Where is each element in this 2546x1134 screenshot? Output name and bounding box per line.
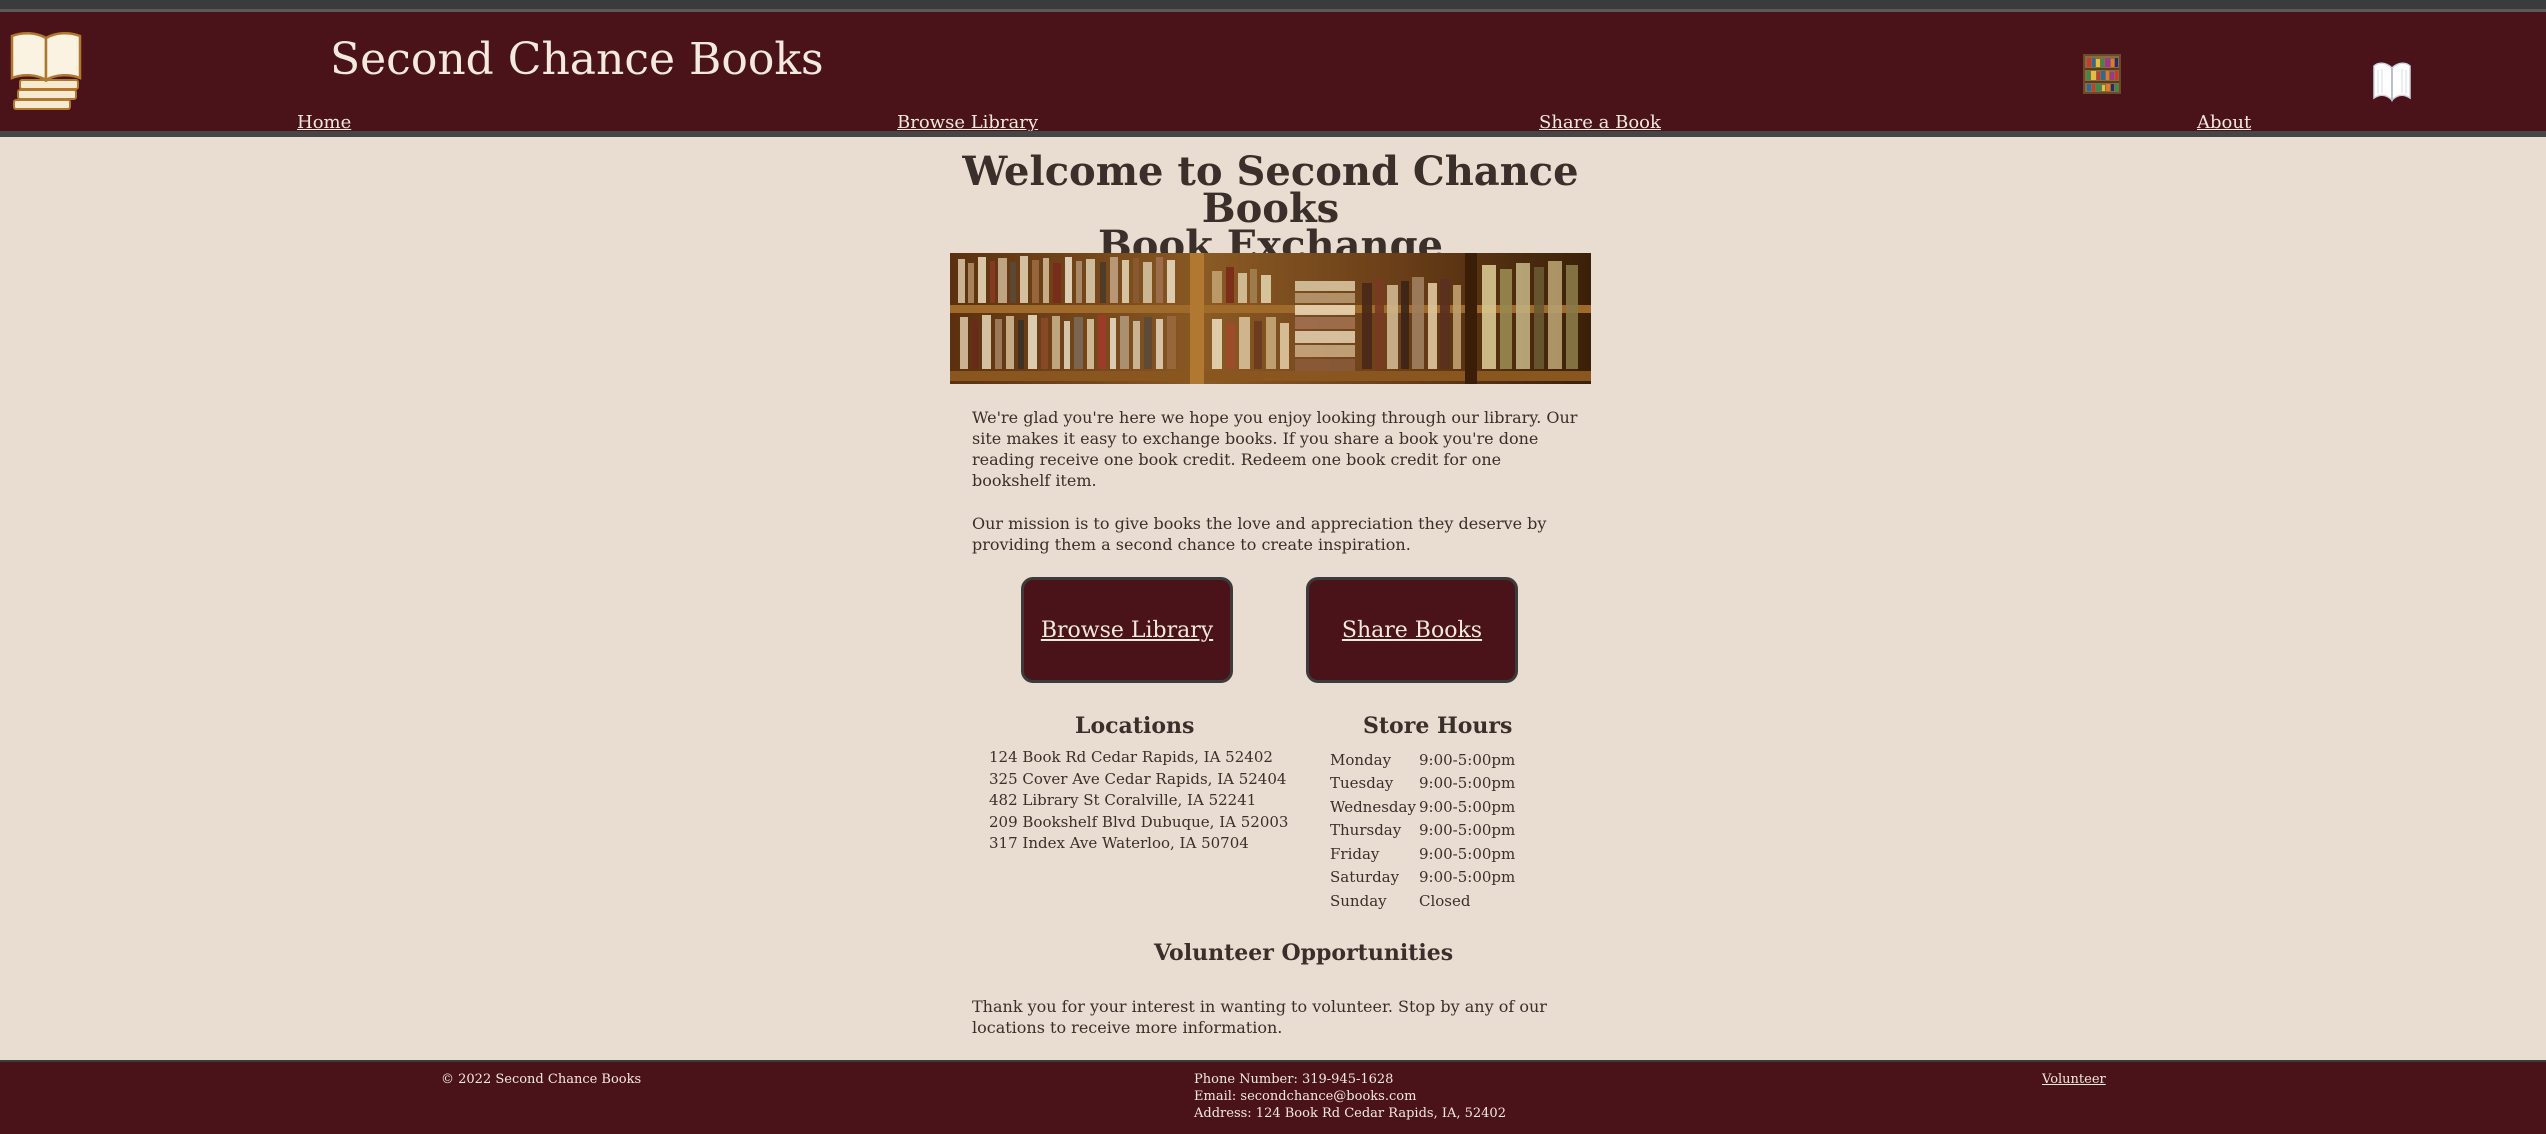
hours-day: Saturday (1330, 868, 1400, 887)
share-books-button[interactable]: Share Books (1306, 577, 1518, 683)
site-title: Second Chance Books (330, 34, 824, 85)
footer-email: Email: secondchance@books.com (1194, 1089, 1417, 1104)
footer-copyright: © 2022 Second Chance Books (441, 1072, 642, 1087)
mission-paragraph: Our mission is to give books the love an… (972, 514, 1547, 554)
nav-about-link[interactable]: About (2197, 112, 2251, 133)
hours-time: 9:00-5:00pm (1419, 821, 1516, 840)
header-divider (0, 131, 2546, 137)
volunteer-heading: Volunteer Opportunities (1154, 940, 1454, 966)
footer-address: Address: 124 Book Rd Cedar Rapids, IA, 5… (1194, 1106, 1506, 1121)
hours-row: Wednesday 9:00-5:00pm (1330, 795, 1515, 819)
browse-library-button[interactable]: Browse Library (1021, 577, 1233, 683)
store-hours-table: Monday 9:00-5:00pm Tuesday 9:00-5:00pm Wed… (1330, 748, 1515, 913)
nav-browse-library-link[interactable]: Browse Library (897, 112, 1038, 133)
hours-day: Thursday (1330, 821, 1402, 840)
browse-library-button-label: Browse Library (1040, 617, 1214, 643)
hours-day: Sunday (1330, 891, 1387, 910)
hours-time: 9:00-5:00pm (1419, 774, 1516, 793)
hours-time: 9:00-5:00pm (1419, 750, 1516, 769)
open-book-logo-icon[interactable] (8, 24, 84, 116)
hours-row: Thursday 9:00-5:00pm (1330, 819, 1515, 843)
hours-time: 9:00-5:00pm (1419, 868, 1516, 887)
hours-day: Tuesday (1330, 774, 1394, 793)
share-books-button-label: Share Books (1341, 617, 1483, 643)
page-title-line1: Welcome to Second Chance Books (962, 148, 1579, 232)
site-header: Second Chance Books Home Browse Library … (0, 12, 2546, 133)
location-item: 124 Book Rd Cedar Rapids, IA 52402 (989, 748, 1273, 766)
hours-row: Monday 9:00-5:00pm (1330, 748, 1515, 772)
page-title: Welcome to Second Chance Books Book Exch… (950, 152, 1591, 266)
bookshelf-icon[interactable] (2083, 54, 2121, 94)
library-banner-image (950, 253, 1591, 384)
footer-phone: Phone Number: 319-945-1628 (1194, 1072, 1394, 1087)
top-strip (0, 0, 2546, 12)
hours-row: Friday 9:00-5:00pm (1330, 842, 1515, 866)
hours-time: Closed (1419, 891, 1471, 910)
hours-row: Sunday Closed (1330, 889, 1515, 913)
volunteer-paragraph: Thank you for your interest in wanting t… (972, 997, 1547, 1037)
open-book-icon[interactable] (2372, 60, 2412, 104)
location-item: 482 Library St Coralville, IA 52241 (989, 791, 1257, 809)
hours-day: Monday (1330, 750, 1392, 769)
intro-paragraph: We're glad you're here we hope you enjoy… (972, 408, 1578, 490)
store-hours-heading: Store Hours (1363, 713, 1513, 739)
locations-heading: Locations (1075, 713, 1195, 739)
location-item: 325 Cover Ave Cedar Rapids, IA 52404 (989, 769, 1287, 788)
hours-day: Friday (1330, 844, 1380, 863)
locations-list: 124 Book Rd Cedar Rapids, IA 52402 325 C… (989, 747, 1288, 855)
hours-time: 9:00-5:00pm (1419, 797, 1516, 816)
hours-row: Tuesday 9:00-5:00pm (1330, 772, 1515, 796)
location-item: 317 Index Ave Waterloo, IA 50704 (989, 834, 1249, 852)
footer-volunteer-link[interactable]: Volunteer (2042, 1071, 2106, 1088)
nav-share-a-book-link[interactable]: Share a Book (1539, 112, 1661, 133)
hours-time: 9:00-5:00pm (1419, 844, 1516, 863)
site-footer: © 2022 Second Chance Books Phone Number:… (0, 1060, 2546, 1134)
nav-home-link[interactable]: Home (297, 112, 351, 133)
location-item: 209 Bookshelf Blvd Dubuque, IA 52003 (989, 812, 1289, 831)
hours-row: Saturday 9:00-5:00pm (1330, 866, 1515, 890)
hours-day: Wednesday (1330, 797, 1416, 816)
